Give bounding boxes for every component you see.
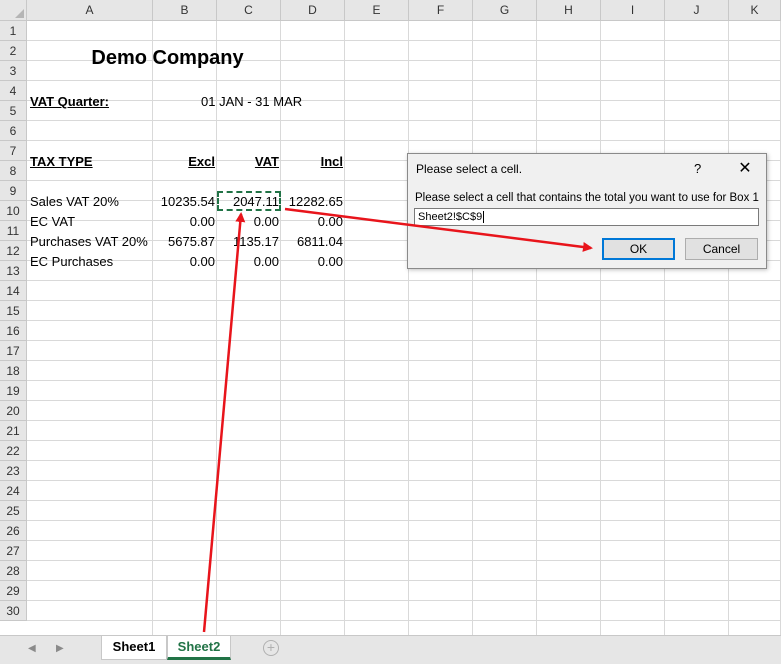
column-header-h[interactable]: H <box>537 0 601 21</box>
tab-sheet1[interactable]: Sheet1 <box>101 636 167 660</box>
gridline <box>600 21 601 635</box>
column-header-c[interactable]: C <box>217 0 281 21</box>
ok-button[interactable]: OK <box>602 238 675 260</box>
text-caret <box>483 211 485 224</box>
row-header-17[interactable]: 17 <box>0 341 27 361</box>
gridline <box>472 21 473 635</box>
dialog-title: Please select a cell. <box>416 162 523 176</box>
header-excl[interactable]: Excl <box>153 152 215 172</box>
cell-vat[interactable]: 0.00 <box>217 212 279 232</box>
row-header-4[interactable]: 4 <box>0 81 27 101</box>
cell-reference-input[interactable]: Sheet2!$C$9 <box>414 208 759 226</box>
row-header-24[interactable]: 24 <box>0 481 27 501</box>
cell-incl[interactable]: 12282.65 <box>281 192 343 212</box>
column-header-j[interactable]: J <box>665 0 729 21</box>
column-header-i[interactable]: I <box>601 0 665 21</box>
add-sheet-icon[interactable]: + <box>263 640 279 656</box>
row-header-22[interactable]: 22 <box>0 441 27 461</box>
dialog-prompt: Please select a cell that contains the t… <box>415 192 759 204</box>
column-header-e[interactable]: E <box>345 0 409 21</box>
row-header-2[interactable]: 2 <box>0 41 27 61</box>
help-icon[interactable]: ? <box>694 161 701 176</box>
row-header-19[interactable]: 19 <box>0 381 27 401</box>
column-header-d[interactable]: D <box>281 0 345 21</box>
header-incl[interactable]: Incl <box>281 152 343 172</box>
cell-vat[interactable]: 1135.17 <box>217 232 279 252</box>
row-header-11[interactable]: 11 <box>0 221 27 241</box>
cell-excl[interactable]: 0.00 <box>153 252 215 272</box>
gridline <box>152 21 153 635</box>
row-header-1[interactable]: 1 <box>0 21 27 41</box>
cell-incl[interactable]: 0.00 <box>281 252 343 272</box>
row-header-20[interactable]: 20 <box>0 401 27 421</box>
column-header-k[interactable]: K <box>729 0 781 21</box>
cell-tax-type[interactable]: EC Purchases <box>30 252 113 272</box>
cell-reference-value: Sheet2!$C$9 <box>418 211 483 223</box>
row-header-14[interactable]: 14 <box>0 281 27 301</box>
gridline <box>728 21 729 635</box>
row-header-16[interactable]: 16 <box>0 321 27 341</box>
column-header-f[interactable]: F <box>409 0 473 21</box>
cell-incl[interactable]: 6811.04 <box>281 232 343 252</box>
cell-excl[interactable]: 10235.54 <box>153 192 215 212</box>
company-title[interactable]: Demo Company <box>27 47 308 69</box>
row-header-28[interactable]: 28 <box>0 561 27 581</box>
row-header-12[interactable]: 12 <box>0 241 27 261</box>
cell-incl[interactable]: 0.00 <box>281 212 343 232</box>
row-header-13[interactable]: 13 <box>0 261 27 281</box>
row-header-10[interactable]: 10 <box>0 201 27 221</box>
row-header-26[interactable]: 26 <box>0 521 27 541</box>
header-tax-type[interactable]: TAX TYPE <box>30 152 93 172</box>
next-sheet-icon[interactable]: ▶ <box>56 643 64 654</box>
gridline <box>664 21 665 635</box>
cell-excl[interactable]: 0.00 <box>153 212 215 232</box>
select-cell-dialog: Please select a cell. ? ✕ Please select … <box>407 153 767 269</box>
column-header-b[interactable]: B <box>153 0 217 21</box>
row-header-30[interactable]: 30 <box>0 601 27 621</box>
gridline <box>536 21 537 635</box>
row-header-3[interactable]: 3 <box>0 61 27 81</box>
select-all-corner[interactable] <box>0 0 27 21</box>
selected-cell-marquee <box>217 191 281 211</box>
cell-vat[interactable]: 0.00 <box>217 252 279 272</box>
gridline <box>216 21 217 635</box>
row-header-27[interactable]: 27 <box>0 541 27 561</box>
cell-tax-type[interactable]: Sales VAT 20% <box>30 192 119 212</box>
sheet-tab-bar: ◀ ▶ Sheet1 Sheet2 + <box>0 635 781 664</box>
gridline <box>280 21 281 635</box>
row-header-29[interactable]: 29 <box>0 581 27 601</box>
cell-tax-type[interactable]: EC VAT <box>30 212 75 232</box>
row-header-5[interactable]: 5 <box>0 101 27 121</box>
cell-excl[interactable]: 5675.87 <box>153 232 215 252</box>
gridline <box>408 21 409 635</box>
row-header-6[interactable]: 6 <box>0 121 27 141</box>
tab-sheet2[interactable]: Sheet2 <box>167 636 231 660</box>
close-icon[interactable]: ✕ <box>735 157 755 181</box>
gridline <box>344 21 345 635</box>
row-header-18[interactable]: 18 <box>0 361 27 381</box>
row-header-23[interactable]: 23 <box>0 461 27 481</box>
row-header-25[interactable]: 25 <box>0 501 27 521</box>
prev-sheet-icon[interactable]: ◀ <box>28 643 36 654</box>
vat-quarter-label[interactable]: VAT Quarter: <box>30 92 109 112</box>
vat-quarter-value[interactable]: 01 JAN - 31 MAR <box>201 92 302 112</box>
row-header-7[interactable]: 7 <box>0 141 27 161</box>
column-header-a[interactable]: A <box>27 0 153 21</box>
column-header-g[interactable]: G <box>473 0 537 21</box>
row-header-8[interactable]: 8 <box>0 161 27 181</box>
row-header-21[interactable]: 21 <box>0 421 27 441</box>
cancel-button[interactable]: Cancel <box>685 238 758 260</box>
header-vat[interactable]: VAT <box>217 152 279 172</box>
row-header-15[interactable]: 15 <box>0 301 27 321</box>
cell-grid[interactable] <box>27 21 781 635</box>
cell-tax-type[interactable]: Purchases VAT 20% <box>30 232 148 252</box>
row-header-9[interactable]: 9 <box>0 181 27 201</box>
